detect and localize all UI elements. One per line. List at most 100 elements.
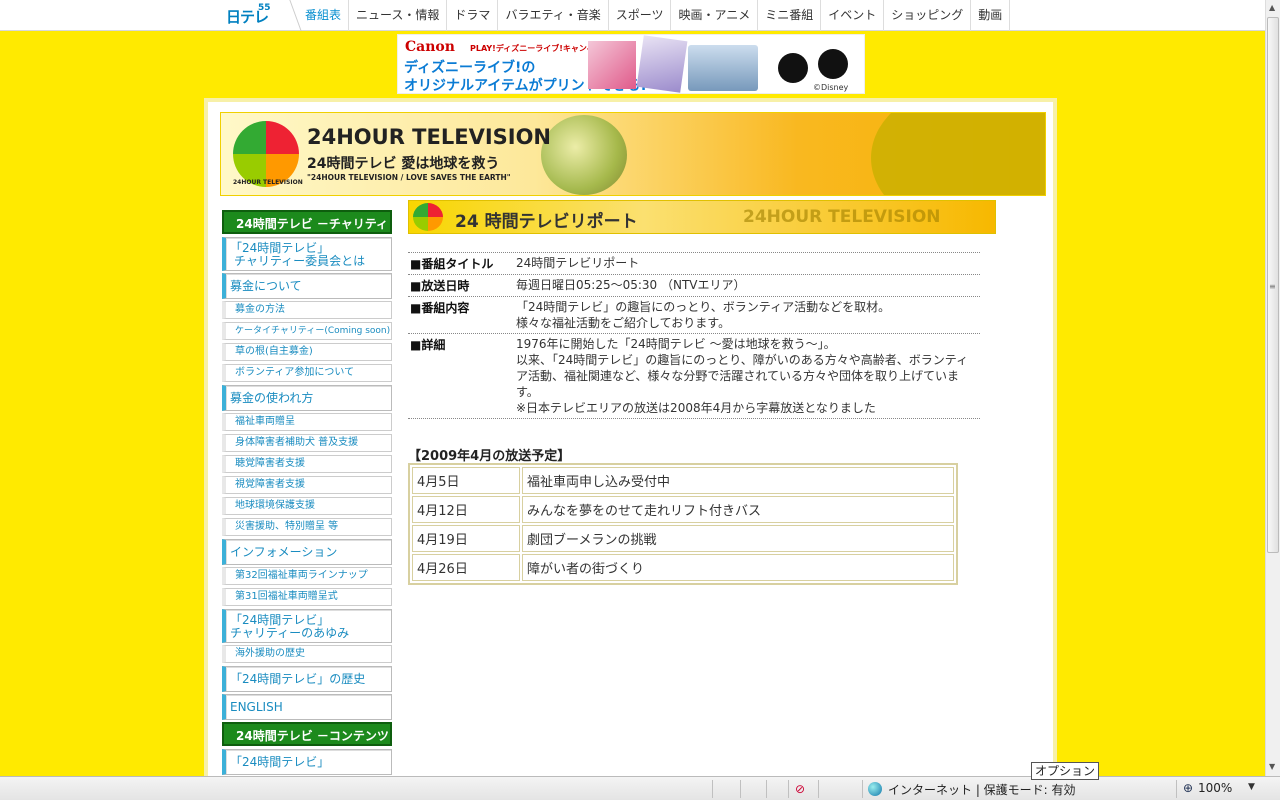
sidebar-label: チャリティーのあゆみ	[230, 626, 350, 640]
schedule-date: 4月26日	[412, 554, 520, 581]
security-zone-text[interactable]: インターネット | 保護モード: 有効	[888, 781, 1076, 798]
sidebar-subitem-vehicles[interactable]: 福祉車両贈呈	[222, 413, 392, 431]
sidebar-item-charity-history[interactable]: 「24時間テレビ」 チャリティーのあゆみ	[222, 609, 392, 643]
globe-logo-icon	[413, 203, 443, 231]
sidebar-subitem-ceremony[interactable]: 第31回福祉車両贈呈式	[222, 588, 392, 606]
ad-photo-2	[636, 35, 688, 93]
nav-item-drama[interactable]: ドラマ	[447, 0, 499, 31]
schedule-date: 4月19日	[412, 525, 520, 552]
ntv-logo[interactable]: 日テレ 55	[224, 3, 274, 26]
schedule-content: 福祉車両申し込み受付中	[522, 467, 954, 494]
status-divider	[818, 780, 819, 798]
info-row: ■放送日時 毎週日曜日05:25～05:30 （NTVエリア）	[408, 275, 980, 297]
table-row: 4月12日 みんなを夢をのせて走れリフト付きバス	[412, 496, 954, 523]
table-row: 4月5日 福祉車両申し込み受付中	[412, 467, 954, 494]
sidebar-subitem-mobile[interactable]: ケータイチャリティー(Coming soon)	[222, 322, 392, 340]
nav-item-video[interactable]: 動画	[971, 0, 1011, 31]
sidebar-item-tv-history[interactable]: 「24時間テレビ」の歴史	[222, 666, 392, 692]
options-tooltip: オプション	[1031, 762, 1100, 780]
ad-banner[interactable]: Canon PLAY!ディズニーライブ!キャンペーン ディズニーライブ!の オリ…	[397, 34, 865, 94]
sidebar-heading-contents: 24時間テレビ －コンテンツ－	[222, 722, 392, 767]
earth-image	[541, 115, 627, 195]
report-title: 24 時間テレビリポート	[455, 212, 638, 232]
nav-items: 番組表 ニュース・情報 ドラマ バラエティ・音楽 スポーツ 映画・アニメ ミニ番…	[298, 0, 1011, 31]
status-divider	[740, 780, 741, 798]
nav-item-sports[interactable]: スポーツ	[609, 0, 672, 31]
ad-brand: Canon	[405, 39, 455, 55]
schedule-content: みんなを夢をのせて走れリフト付きバス	[522, 496, 954, 523]
ad-photo-3	[688, 45, 758, 91]
status-divider	[1176, 780, 1177, 798]
nav-item-schedule[interactable]: 番組表	[298, 0, 350, 31]
nav-item-event[interactable]: イベント	[821, 0, 885, 31]
sidebar-item-usage[interactable]: 募金の使われ方	[222, 385, 392, 411]
sidebar-item-english[interactable]: ENGLISH	[222, 694, 392, 720]
info-value: 「24時間テレビ」の趣旨にのっとり、ボランティア活動などを取材。 様々な福祉活動…	[516, 300, 891, 330]
main-frame: 24HOUR TELEVISION 24時間テレビ 愛は地球を救う "24HOU…	[204, 98, 1057, 788]
sidebar-item-charity-committee[interactable]: 「24時間テレビ」 チャリティー委員会とは	[222, 237, 392, 271]
globe-logo-icon	[233, 121, 299, 187]
sidebar-heading-charity: 24時間テレビ －チャリティー－	[222, 210, 392, 255]
report-heading-banner: 24 時間テレビリポート 24HOUR TELEVISION	[408, 200, 996, 234]
zoom-level[interactable]: 100%	[1198, 781, 1232, 795]
sidebar-subitem-method[interactable]: 募金の方法	[222, 301, 392, 319]
info-value: 1976年に開始した「24時間テレビ ～愛は地球を救う～」。 以来、「24時間テ…	[516, 337, 969, 415]
sidebar-subitem-overseas[interactable]: 海外援助の歴史	[222, 645, 392, 663]
sidebar-subitem-visual[interactable]: 視覚障害者支援	[222, 476, 392, 494]
sidebar-subitem-volunteer[interactable]: ボランティア参加について	[222, 364, 392, 382]
sidebar-label: チャリティー委員会とは	[234, 254, 366, 268]
planet-decoration	[871, 113, 1045, 195]
schedule-content: 劇団ブーメランの挑戦	[522, 525, 954, 552]
sidebar: 24時間テレビ －チャリティー－ 「24時間テレビ」 チャリティー委員会とは 募…	[222, 210, 392, 777]
schedule-content: 障がい者の街づくり	[522, 554, 954, 581]
header-subtitle: 24時間テレビ 愛は地球を救う	[307, 156, 500, 172]
status-divider	[862, 780, 863, 798]
sidebar-item-information[interactable]: インフォメーション	[222, 539, 392, 565]
scroll-up-icon[interactable]: ▲	[1269, 3, 1275, 12]
ad-photo-1	[588, 41, 636, 89]
nav-item-shopping[interactable]: ショッピング	[884, 0, 972, 31]
logo-sup: 55	[258, 3, 271, 13]
sidebar-subitem-environment[interactable]: 地球環境保護支援	[222, 497, 392, 515]
zoom-icon[interactable]: ⊕	[1183, 781, 1193, 795]
sidebar-subitem-grassroots[interactable]: 草の根(自主募金)	[222, 343, 392, 361]
schedule-title: 【2009年4月の放送予定】	[408, 449, 571, 464]
internet-zone-icon	[868, 782, 882, 796]
sidebar-subitem-disaster[interactable]: 災害援助、特別贈呈 等	[222, 518, 392, 536]
header-title: 24HOUR TELEVISION	[307, 125, 552, 149]
info-row: ■番組内容 「24時間テレビ」の趣旨にのっとり、ボランティア活動などを取材。 様…	[408, 297, 980, 334]
sidebar-subitem-lineup[interactable]: 第32回福祉車両ラインナップ	[222, 567, 392, 585]
schedule-date: 4月12日	[412, 496, 520, 523]
ad-line1: ディズニーライブ!の	[404, 60, 536, 76]
top-navigation: 日テレ 55 番組表 ニュース・情報 ドラマ バラエティ・音楽 スポーツ 映画・…	[0, 0, 1265, 31]
sidebar-subitem-hearing[interactable]: 聴覚障害者支援	[222, 455, 392, 473]
scroll-down-icon[interactable]: ▼	[1269, 762, 1275, 771]
nav-item-variety[interactable]: バラエティ・音楽	[498, 0, 609, 31]
info-row: ■番組タイトル 24時間テレビリポート	[408, 253, 980, 275]
schedule-date: 4月5日	[412, 467, 520, 494]
info-label: ■番組タイトル	[410, 257, 494, 271]
table-row: 4月26日 障がい者の街づくり	[412, 554, 954, 581]
header-tagline: "24HOUR TELEVISION / LOVE SAVES THE EART…	[307, 173, 511, 182]
chevron-down-icon[interactable]: ▼	[1248, 782, 1255, 792]
schedule-table: 4月5日 福祉車両申し込み受付中 4月12日 みんなを夢をのせて走れリフト付きバ…	[408, 463, 958, 585]
status-divider	[712, 780, 713, 798]
sidebar-item-fundraising[interactable]: 募金について	[222, 273, 392, 299]
info-label: ■放送日時	[410, 279, 470, 293]
vertical-scrollbar[interactable]: ▲ ≡ ▼	[1265, 0, 1280, 776]
info-value: 24時間テレビリポート	[516, 256, 640, 270]
ad-copyright: ©Disney	[813, 83, 849, 92]
privacy-icon[interactable]: ⊘	[795, 782, 811, 796]
info-label: ■詳細	[410, 338, 446, 352]
status-divider	[788, 780, 789, 798]
status-divider	[766, 780, 767, 798]
nav-item-mini[interactable]: ミニ番組	[758, 0, 822, 31]
table-row: 4月19日 劇団ブーメランの挑戦	[412, 525, 954, 552]
info-row: ■詳細 1976年に開始した「24時間テレビ ～愛は地球を救う～」。 以来、「2…	[408, 334, 980, 419]
program-info-table: ■番組タイトル 24時間テレビリポート ■放送日時 毎週日曜日05:25～05:…	[408, 252, 980, 419]
info-value: 毎週日曜日05:25～05:30 （NTVエリア）	[516, 278, 746, 292]
nav-item-news[interactable]: ニュース・情報	[349, 0, 448, 31]
page-header-banner: 24HOUR TELEVISION 24時間テレビ 愛は地球を救う "24HOU…	[220, 112, 1046, 196]
sidebar-subitem-service-dogs[interactable]: 身体障害者補助犬 普及支援	[222, 434, 392, 452]
nav-item-movie[interactable]: 映画・アニメ	[671, 0, 759, 31]
